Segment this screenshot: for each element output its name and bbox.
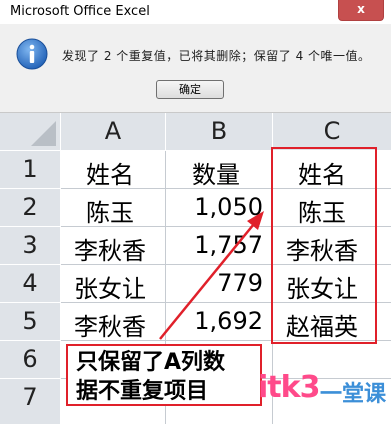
- dialog-titlebar: Microsoft Office Excel x: [0, 0, 391, 24]
- cell-b1[interactable]: 数量: [192, 155, 240, 190]
- cell-a4[interactable]: 张女让: [74, 269, 146, 304]
- select-all-triangle-icon: [31, 121, 56, 146]
- column-header-b[interactable]: B: [166, 113, 272, 150]
- cell-a2[interactable]: 陈玉: [86, 193, 134, 228]
- dialog-message: 发现了 2 个重复值，已将其删除；保留了 4 个唯一值。: [62, 49, 371, 63]
- row-header-2[interactable]: 2: [0, 189, 60, 226]
- cell-b2[interactable]: 1,050: [194, 193, 263, 221]
- close-button[interactable]: x: [338, 0, 384, 21]
- row-header-1[interactable]: 1: [0, 151, 60, 188]
- close-icon: x: [357, 2, 365, 16]
- row-header-3[interactable]: 3: [0, 227, 60, 264]
- column-header-a[interactable]: A: [61, 113, 165, 150]
- dialog-title: Microsoft Office Excel: [10, 4, 150, 19]
- annotation-callout: 只保留了A列数 据不重复项目: [66, 344, 262, 406]
- message-dialog: Microsoft Office Excel x 发现了 2 个重复值，已将其删…: [0, 0, 391, 113]
- annotation-line-1: 只保留了A列数: [76, 350, 226, 375]
- column-header-c[interactable]: C: [273, 113, 391, 150]
- row-header-6[interactable]: 6: [0, 341, 60, 378]
- watermark-site-name: 一堂课: [320, 382, 387, 407]
- select-all-corner[interactable]: [0, 113, 60, 150]
- row-header-4[interactable]: 4: [0, 265, 60, 302]
- cell-a5[interactable]: 李秋香: [74, 307, 146, 342]
- cell-b5[interactable]: 1,692: [194, 307, 263, 335]
- row-header-5[interactable]: 5: [0, 303, 60, 340]
- cell-b4[interactable]: 779: [217, 269, 263, 297]
- cell-a1[interactable]: 姓名: [86, 155, 134, 190]
- ok-button[interactable]: 确定: [156, 80, 224, 99]
- site-watermark: itk3 一堂课: [258, 366, 391, 424]
- cell-b3[interactable]: 1,757: [194, 231, 263, 259]
- info-icon: [16, 38, 48, 70]
- cell-a3[interactable]: 李秋香: [74, 231, 146, 266]
- column-c-highlight-box: [271, 147, 377, 344]
- watermark-brand: itk3: [258, 370, 320, 405]
- annotation-line-2: 据不重复项目: [76, 379, 209, 404]
- row-header-7[interactable]: 7: [0, 379, 60, 424]
